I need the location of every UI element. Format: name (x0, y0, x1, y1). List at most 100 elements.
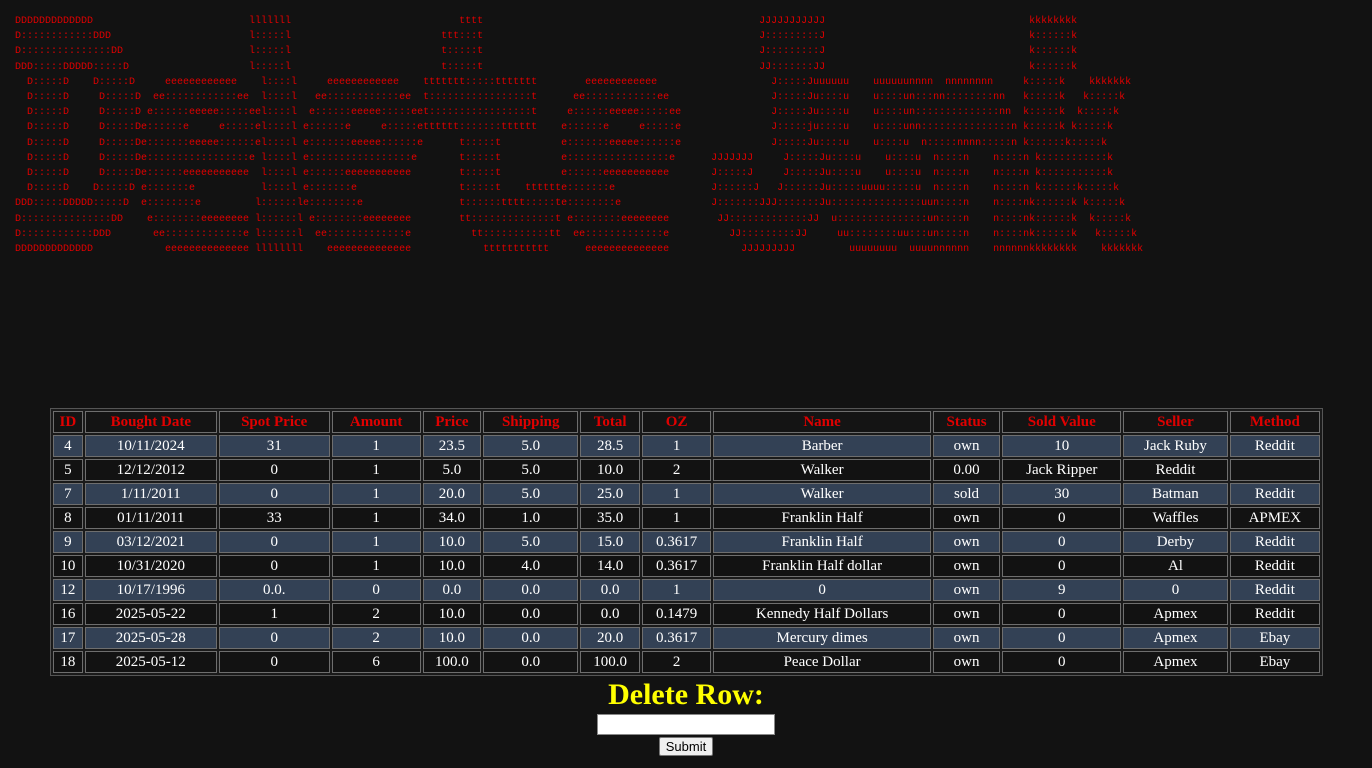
column-header-total: Total (580, 411, 640, 433)
table-cell-oz: 2 (641, 651, 712, 673)
ascii-art-banner: DDDDDDDDDDDDD lllllll tttt JJJJJJJJJJJ k… (15, 16, 1144, 256)
table-cell-total: 35.0 (580, 507, 640, 529)
table-cell-name: Walker (713, 483, 931, 505)
table-cell-total: 0.0 (580, 579, 640, 601)
table-cell-total: 0.0 (580, 603, 640, 625)
table-row: 8 01/11/2011 33 1 34.0 1.0 35.0 1 Franklin Half o… (53, 507, 1320, 529)
column-header-bought-date: Bought Date (84, 411, 217, 433)
table-cell-spot-price: 31 (218, 435, 330, 457)
table-cell-method: Reddit (1229, 531, 1320, 553)
table-cell-id: 9 (53, 531, 83, 553)
delete-row-form: Delete Row: Submit (0, 678, 1372, 756)
table-cell-amount: 6 (331, 651, 421, 673)
column-header-spot-price: Spot Price (218, 411, 330, 433)
table-cell-total: 20.0 (580, 627, 640, 649)
table-cell-name: Franklin Half (713, 507, 931, 529)
column-header-sold-value: Sold Value (1002, 411, 1122, 433)
table-cell-oz: 1 (641, 435, 712, 457)
delete-row-id-input[interactable] (597, 714, 775, 735)
table-cell-total: 10.0 (580, 459, 640, 481)
table-cell-sold-value: 0 (1002, 507, 1122, 529)
table-cell-oz: 0.1479 (641, 603, 712, 625)
table-cell-status: own (932, 507, 1001, 529)
table-cell-shipping: 0.0 (483, 579, 579, 601)
table-cell-name: Barber (713, 435, 931, 457)
table-cell-seller: Batman (1123, 483, 1228, 505)
table-cell-shipping: 5.0 (483, 531, 579, 553)
table-cell-seller: Al (1123, 555, 1228, 577)
table-cell-spot-price: 1 (218, 603, 330, 625)
table-cell-price: 23.5 (422, 435, 482, 457)
table-cell-price: 10.0 (422, 627, 482, 649)
table-row: 10 10/31/2020 0 1 10.0 4.0 14.0 0.3617 Franklin … (53, 555, 1320, 577)
table-cell-price: 0.0 (422, 579, 482, 601)
table-cell-status: own (932, 531, 1001, 553)
column-header-seller: Seller (1123, 411, 1228, 433)
table-cell-status: own (932, 579, 1001, 601)
table-cell-id: 12 (53, 579, 83, 601)
table-cell-shipping: 0.0 (483, 651, 579, 673)
table-cell-spot-price: 0 (218, 531, 330, 553)
table-cell-amount: 1 (331, 555, 421, 577)
table-cell-shipping: 0.0 (483, 603, 579, 625)
table-cell-amount: 1 (331, 459, 421, 481)
table-cell-seller: Apmex (1123, 651, 1228, 673)
table-cell-method: Reddit (1229, 483, 1320, 505)
table-cell-method: APMEX (1229, 507, 1320, 529)
table-row: 17 2025-05-28 0 2 10.0 0.0 20.0 0.3617 Mercury d… (53, 627, 1320, 649)
column-header-status: Status (932, 411, 1001, 433)
delete-row-heading: Delete Row: (608, 678, 764, 711)
column-header-shipping: Shipping (483, 411, 579, 433)
table-cell-seller: Apmex (1123, 627, 1228, 649)
table-cell-price: 34.0 (422, 507, 482, 529)
table-cell-spot-price: 0 (218, 483, 330, 505)
table-cell-method: Reddit (1229, 579, 1320, 601)
table-cell-id: 10 (53, 555, 83, 577)
table-cell-status: own (932, 435, 1001, 457)
table-row: 4 10/11/2024 31 1 23.5 5.0 28.5 1 Barber own 10 Jac… (53, 435, 1320, 457)
table-cell-status: sold (932, 483, 1001, 505)
table-cell-oz: 0.3617 (641, 627, 712, 649)
column-header-method: Method (1229, 411, 1320, 433)
table-cell-amount: 1 (331, 435, 421, 457)
table-cell-amount: 1 (331, 507, 421, 529)
table-cell-bought-date: 2025-05-12 (84, 651, 217, 673)
table-cell-oz: 1 (641, 507, 712, 529)
table-cell-status: own (932, 651, 1001, 673)
table-cell-oz: 0.3617 (641, 531, 712, 553)
table-cell-oz: 1 (641, 579, 712, 601)
table-cell-price: 10.0 (422, 531, 482, 553)
table-cell-bought-date: 10/31/2020 (84, 555, 217, 577)
table-cell-method: Reddit (1229, 603, 1320, 625)
table-cell-total: 28.5 (580, 435, 640, 457)
table-cell-shipping: 0.0 (483, 627, 579, 649)
table-cell-seller: Reddit (1123, 459, 1228, 481)
table-cell-name: Mercury dimes (713, 627, 931, 649)
table-cell-status: own (932, 603, 1001, 625)
table-cell-id: 16 (53, 603, 83, 625)
table-cell-shipping: 5.0 (483, 459, 579, 481)
table-cell-spot-price: 0.0. (218, 579, 330, 601)
table-cell-amount: 2 (331, 603, 421, 625)
table-cell-oz: 0.3617 (641, 555, 712, 577)
table-cell-method (1229, 459, 1320, 481)
submit-button[interactable]: Submit (658, 737, 714, 756)
table-cell-bought-date: 1/11/2011 (84, 483, 217, 505)
table-cell-shipping: 5.0 (483, 435, 579, 457)
column-header-name: Name (713, 411, 931, 433)
table-cell-sold-value: 0 (1002, 603, 1122, 625)
table-cell-amount: 0 (331, 579, 421, 601)
column-header-amount: Amount (331, 411, 421, 433)
table-cell-bought-date: 03/12/2021 (84, 531, 217, 553)
table-cell-seller: Derby (1123, 531, 1228, 553)
table-cell-sold-value: Jack Ripper (1002, 459, 1122, 481)
table-cell-seller: Apmex (1123, 603, 1228, 625)
table-cell-sold-value: 0 (1002, 531, 1122, 553)
coin-inventory-table: ID Bought Date Spot Price Amount Price Shippi… (50, 408, 1323, 676)
table-cell-sold-value: 0 (1002, 627, 1122, 649)
table-cell-amount: 2 (331, 627, 421, 649)
table-row: 9 03/12/2021 0 1 10.0 5.0 15.0 0.3617 Franklin H… (53, 531, 1320, 553)
table-cell-id: 7 (53, 483, 83, 505)
table-cell-bought-date: 10/17/1996 (84, 579, 217, 601)
table-cell-seller: Jack Ruby (1123, 435, 1228, 457)
